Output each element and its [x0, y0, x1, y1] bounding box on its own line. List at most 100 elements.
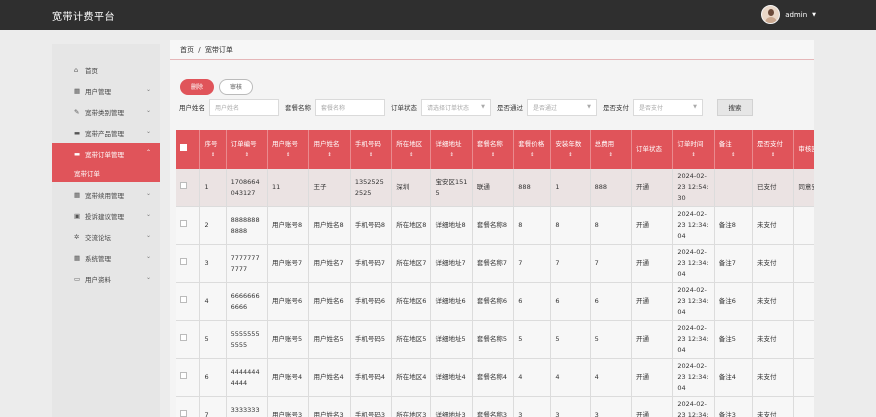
- sidebar-item-9[interactable]: ▭ 用户资料 ⌄: [52, 268, 160, 289]
- row-select-cell: [176, 282, 201, 321]
- feedback-icon: ▣: [74, 211, 81, 220]
- column-header[interactable]: 订单状态: [631, 130, 674, 169]
- row-checkbox[interactable]: [180, 372, 187, 379]
- table-cell: 已支付: [752, 169, 795, 207]
- column-header[interactable]: 手机号码 ⇕: [350, 130, 393, 169]
- column-header[interactable]: 总费用 ⇕: [590, 130, 632, 169]
- column-header[interactable]: 序号 ⇕: [199, 130, 227, 169]
- sort-icon[interactable]: ⇕: [757, 150, 789, 161]
- column-header[interactable]: 是否支付 ⇕: [752, 130, 795, 169]
- column-header[interactable]: 安装年数 ⇕: [550, 130, 591, 169]
- user-name-input[interactable]: 用户姓名: [209, 98, 279, 116]
- row-checkbox[interactable]: [180, 334, 187, 341]
- table-row[interactable]: 1 1708664043127 11 王子 13525252525 深圳 宝安区1515 联通…: [176, 169, 814, 207]
- sidebar-item-8[interactable]: ▦ 系统管理 ⌄: [52, 247, 160, 268]
- sidebar-item-4[interactable]: ▬ 宽带订单管理 ⌃: [52, 143, 160, 164]
- table-cell: 手机号码4: [350, 358, 393, 397]
- package-input[interactable]: 套餐名称: [315, 98, 385, 116]
- approved-select[interactable]: 是否通过 ▼: [527, 98, 597, 116]
- column-header[interactable]: 所在地区 ⇕: [391, 130, 432, 169]
- column-header-label: 订单编号: [230, 139, 257, 148]
- table-cell: 3: [513, 396, 552, 417]
- sort-icon[interactable]: ⇕: [555, 150, 585, 161]
- sidebar-item-5[interactable]: ▦ 宽带续用管理 ⌄: [52, 184, 160, 205]
- breadcrumb-home[interactable]: 首页: [180, 46, 194, 54]
- column-header[interactable]: 订单时间 ⇕: [672, 130, 715, 169]
- sort-icon[interactable]: ⇕: [477, 150, 509, 161]
- breadcrumb-separator: /: [198, 46, 201, 54]
- chevron-down-icon[interactable]: ▼: [812, 12, 816, 18]
- table-row[interactable]: 6 44444444444 用户账号4 用户姓名4 手机号码4 所在地区4 详细地址4 套餐名…: [176, 358, 814, 397]
- chevron-down-icon: ⌄: [145, 128, 151, 135]
- sort-icon[interactable]: ⇕: [204, 150, 221, 161]
- column-header[interactable]: 用户账号 ⇕: [267, 130, 310, 169]
- select-all-checkbox[interactable]: [180, 144, 187, 151]
- order-status-select[interactable]: 请选择订单状态 ▼: [421, 98, 491, 116]
- username[interactable]: admin: [785, 11, 807, 19]
- table-row[interactable]: 733333333333用户账号3用户姓名3手机号码3所在地区3详细地址3套餐名…: [176, 396, 814, 417]
- table-body: 1 1708664043127 11 王子 13525252525 深圳 宝安区1515 联通…: [176, 169, 814, 417]
- table-cell: 888: [590, 169, 632, 207]
- chevron-down-icon: ⌄: [145, 190, 151, 197]
- table-row[interactable]: 4 66666666666 用户账号6 用户姓名6 手机号码6 所在地区6 详细地址6 套餐名…: [176, 282, 814, 321]
- table-cell: 6: [199, 358, 227, 397]
- row-checkbox[interactable]: [180, 296, 187, 303]
- table-row[interactable]: 2 88888888888 用户账号8 用户姓名8 手机号码8 所在地区8 详细地址8 套餐名…: [176, 206, 814, 245]
- row-checkbox[interactable]: [180, 258, 187, 265]
- sort-icon[interactable]: ⇕: [719, 150, 748, 161]
- table-cell: 2024-02-23 12:34:04: [672, 358, 715, 397]
- sidebar-item-7[interactable]: ✲ 交流论坛 ⌄: [52, 226, 160, 247]
- row-checkbox[interactable]: [180, 182, 187, 189]
- table-cell: 2024-02-23 12:34:04: [672, 320, 715, 359]
- table-cell: 备注5: [714, 320, 753, 359]
- sort-icon[interactable]: ⇕: [313, 150, 345, 161]
- table-cell: 2024-02-23 12:34:04: [672, 206, 715, 245]
- column-header[interactable]: 套餐价格 ⇕: [513, 130, 552, 169]
- sort-icon[interactable]: ⇕: [435, 150, 467, 161]
- table-row[interactable]: 3 77777777777 用户账号7 用户姓名7 手机号码7 所在地区7 详细地址7 套餐名…: [176, 244, 814, 283]
- column-header[interactable]: 审核回复: [793, 130, 814, 169]
- paid-select[interactable]: 是否支付 ▼: [633, 98, 703, 116]
- row-checkbox[interactable]: [180, 220, 187, 227]
- avatar[interactable]: [761, 5, 781, 24]
- row-checkbox[interactable]: [180, 410, 187, 417]
- table-cell: 详细地址7: [430, 244, 473, 283]
- renew-icon: ▦: [74, 190, 81, 199]
- chevron-down-icon: ⌄: [145, 274, 151, 281]
- sort-icon[interactable]: ⇕: [677, 150, 709, 161]
- table-cell: 3: [590, 396, 632, 417]
- column-header-label: 用户账号: [272, 139, 299, 148]
- user-name-placeholder: 用户姓名: [215, 104, 240, 112]
- chevron-down-icon: ⌄: [145, 232, 151, 239]
- sidebar-item-3[interactable]: ▬ 宽带产品管理 ⌄: [52, 122, 160, 143]
- sort-icon[interactable]: ⇕: [518, 150, 546, 161]
- sidebar-item-2[interactable]: ✎ 宽带类别管理 ⌄: [52, 101, 160, 122]
- sidebar-item-1[interactable]: ▦ 用户管理 ⌄: [52, 80, 160, 101]
- column-header[interactable]: 备注 ⇕: [714, 130, 753, 169]
- table-cell: [714, 169, 753, 207]
- column-header-label: 审核回复: [798, 145, 814, 153]
- column-header[interactable]: 用户姓名 ⇕: [308, 130, 351, 169]
- delete-button[interactable]: 删除: [180, 79, 215, 95]
- column-header[interactable]: 订单编号 ⇕: [226, 130, 269, 169]
- sort-icon[interactable]: ⇕: [272, 150, 304, 161]
- column-header[interactable]: 详细地址 ⇕: [430, 130, 473, 169]
- column-header[interactable]: 套餐名称 ⇕: [472, 130, 515, 169]
- sidebar-item-6[interactable]: ▣ 投诉建议管理 ⌄: [52, 205, 160, 226]
- user-menu[interactable]: admin ▼: [761, 5, 816, 24]
- table-cell: 备注8: [714, 206, 753, 245]
- sort-icon[interactable]: ⇕: [595, 150, 627, 161]
- table-row[interactable]: 5 55555555555 用户账号5 用户姓名5 手机号码5 所在地区5 详细地址5 套餐名…: [176, 320, 814, 359]
- orders-table-container[interactable]: 序号 ⇕ 订单编号 ⇕ 用户账号 ⇕ 用户姓名 ⇕ 手机号码 ⇕ 所在地区 ⇕ 详细地址 ⇕ 套餐名称 ⇕ 套餐…: [176, 130, 814, 417]
- system-icon: ▦: [74, 253, 81, 262]
- search-button[interactable]: 搜索: [717, 98, 753, 116]
- table-cell: 宝安区1515: [430, 169, 473, 207]
- sort-icon[interactable]: ⇕: [396, 150, 426, 161]
- table-cell: 王子: [308, 169, 351, 207]
- audit-button[interactable]: 审核: [219, 79, 254, 95]
- sidebar-item-0[interactable]: ⌂ 首页: [52, 59, 160, 80]
- sort-icon[interactable]: ⇕: [355, 150, 387, 161]
- sort-icon[interactable]: ⇕: [231, 150, 263, 161]
- table-header-row: 序号 ⇕ 订单编号 ⇕ 用户账号 ⇕ 用户姓名 ⇕ 手机号码 ⇕ 所在地区 ⇕ 详细地址 ⇕ 套餐名称 ⇕ 套餐…: [176, 130, 814, 169]
- submenu-item-orders[interactable]: 宽带订单: [52, 164, 160, 182]
